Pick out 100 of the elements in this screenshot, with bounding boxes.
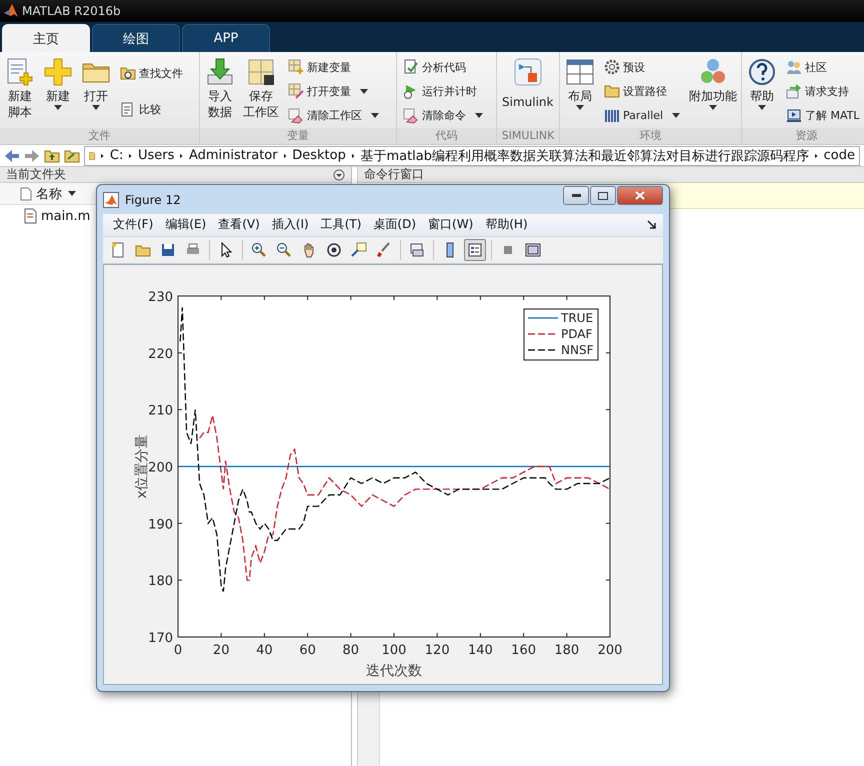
ribbon-button[interactable]: 布局 — [562, 55, 598, 128]
ribbon-button[interactable]: 导入 数据 — [202, 55, 238, 128]
menu-item[interactable]: 文件(F) — [107, 216, 160, 234]
chevron-icon — [352, 152, 354, 160]
tick-label: 180 — [554, 642, 580, 658]
menu-item[interactable]: 帮助(H) — [479, 216, 534, 234]
logo-icon — [103, 192, 119, 208]
legend-label: PDAF — [561, 326, 592, 341]
legend-icon — [467, 242, 483, 258]
link-icon — [409, 242, 425, 258]
ribbon-tab[interactable]: APP — [182, 24, 270, 52]
ribbon-button[interactable]: 打开变量 — [286, 82, 381, 100]
menu-item[interactable]: 查看(V) — [212, 216, 266, 234]
help-icon — [747, 57, 777, 87]
window-icon — [525, 242, 541, 258]
y-axis-label: x位置分量 — [134, 434, 150, 499]
maximize-button[interactable] — [590, 186, 616, 206]
save-icon — [160, 242, 176, 258]
folder-search-icon — [120, 65, 136, 82]
menu-item[interactable]: 插入(I) — [266, 216, 315, 234]
ribbon-tab[interactable]: 绘图 — [92, 24, 180, 52]
ribbon-button[interactable]: Parallel — [602, 106, 682, 125]
chevron-icon — [815, 152, 818, 160]
zoom-out-icon — [276, 242, 292, 258]
path-segment[interactable]: 基于matlab编程利用概率数据关联算法和最近邻算法对目标进行跟踪源码程序 — [360, 146, 809, 164]
ribbon-button[interactable]: 分析代码 — [401, 58, 485, 76]
minimize-button[interactable] — [563, 186, 589, 206]
menu-item[interactable]: 工具(T) — [314, 216, 368, 234]
legend-line — [528, 349, 558, 351]
browse-folder-icon[interactable] — [64, 148, 80, 162]
ribbon-button[interactable]: 运行并计时 — [401, 82, 485, 100]
ribbon-button[interactable]: 查找文件 — [118, 64, 185, 82]
close-button[interactable] — [617, 186, 663, 206]
grid-pencil-icon — [288, 83, 304, 100]
menu-item[interactable]: 桌面(D) — [367, 216, 422, 234]
tick-label: 170 — [148, 630, 173, 646]
ribbon-button[interactable]: 新建变量 — [286, 58, 381, 76]
group-label: 资源 — [742, 128, 864, 144]
chevron-icon — [129, 152, 132, 160]
tick-label: 80 — [342, 642, 360, 658]
tick-label: 230 — [148, 290, 173, 305]
ribbon-button[interactable]: 清除命令 — [401, 106, 485, 125]
ribbon-button[interactable]: 保存 工作区 — [240, 55, 282, 128]
tick-label: 0 — [174, 642, 182, 658]
x-axis-label: 迭代次数 — [366, 662, 422, 679]
plus-icon — [43, 57, 73, 87]
tick-label: 210 — [148, 404, 173, 419]
maximize-icon — [598, 192, 608, 200]
tick-label: 120 — [424, 642, 450, 658]
ribbon-button[interactable]: 预设 — [602, 58, 682, 76]
path-field[interactable]: C: Users Administrator Desktop 基于matlab编程利用概率数据关联算法和最近邻算法对目标进行跟踪源码程序 code — [84, 146, 860, 166]
ribbon-button[interactable]: 请求支持 — [784, 82, 862, 100]
file-name[interactable]: main.m — [41, 208, 90, 224]
ribbon-button[interactable]: 设置路径 — [602, 82, 682, 100]
tick-label: 160 — [511, 642, 536, 658]
ribbon-button[interactable]: 社区 — [784, 58, 862, 76]
ribbon-button[interactable]: Simulink — [499, 55, 556, 128]
tick-label: 190 — [148, 517, 173, 532]
new-file-icon — [110, 242, 126, 258]
column-header[interactable]: 名称 — [32, 184, 80, 204]
up-folder-icon[interactable] — [44, 148, 60, 162]
close-icon — [635, 191, 645, 200]
path-segment[interactable]: C: — [110, 148, 124, 163]
bars-icon — [604, 108, 620, 124]
tick-label: 140 — [468, 642, 493, 658]
path-segment[interactable]: Administrator — [188, 148, 278, 163]
window-title: MATLAB R2016b — [22, 4, 121, 18]
forward-icon[interactable] — [24, 148, 40, 162]
menu-item[interactable]: 窗口(W) — [422, 216, 480, 234]
tick-label: 60 — [299, 642, 316, 658]
people-icon — [786, 59, 802, 76]
ribbon-button[interactable]: 新建 脚本 — [2, 55, 38, 128]
path-segment[interactable]: Users — [138, 148, 174, 163]
arrow-icon — [786, 83, 802, 100]
ribbon-button[interactable]: 比较 — [118, 100, 185, 119]
monitor-icon — [786, 108, 802, 124]
ribbon-button[interactable]: 新建 — [40, 55, 76, 128]
back-icon[interactable] — [4, 148, 20, 162]
dock-arrow-icon[interactable] — [647, 220, 657, 230]
ribbon-button[interactable]: 清除工作区 — [286, 106, 381, 125]
menu-item[interactable]: 编辑(E) — [159, 216, 212, 234]
chevron-icon — [180, 152, 183, 160]
eraser-icon — [288, 108, 304, 124]
legend-label: TRUE — [561, 310, 594, 325]
new-script-icon — [5, 57, 35, 87]
dropdown-icon[interactable] — [333, 168, 345, 180]
legend-line — [528, 333, 558, 335]
ribbon-button[interactable]: 附加功能 — [686, 55, 740, 128]
ribbon-button[interactable]: 帮助 — [744, 55, 780, 128]
toolbar-button[interactable] — [464, 238, 486, 261]
sort-caret-icon — [68, 191, 76, 196]
ribbon-button[interactable]: 了解 MATL — [784, 106, 862, 125]
down-arrow-icon — [205, 57, 235, 87]
ribbon-button[interactable]: 打开 — [78, 55, 114, 128]
ribbon-tab[interactable]: 主页 — [2, 24, 90, 52]
path-segment[interactable]: code — [824, 148, 855, 163]
file-icon — [20, 186, 32, 200]
tick-label: 200 — [148, 460, 173, 476]
gear-icon — [604, 59, 620, 76]
path-segment[interactable]: Desktop — [292, 148, 346, 163]
